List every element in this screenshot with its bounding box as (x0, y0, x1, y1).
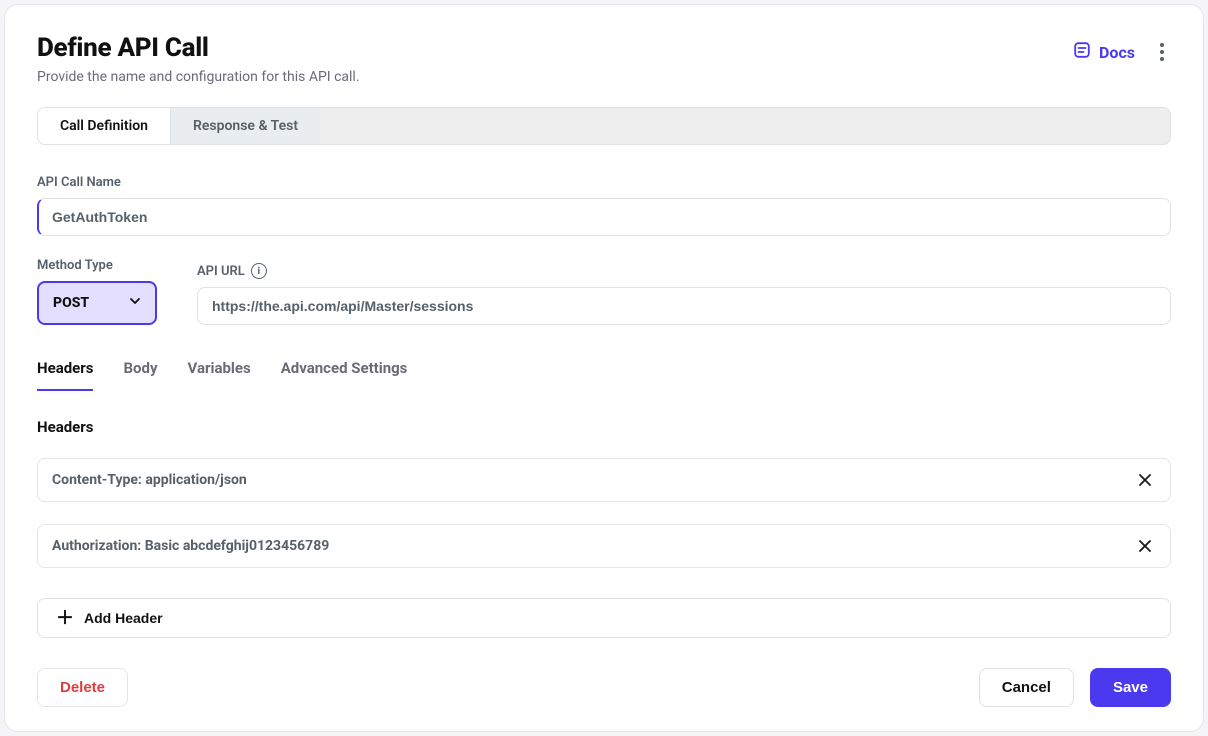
api-url-col: API URL i (197, 263, 1171, 325)
cancel-button[interactable]: Cancel (979, 668, 1074, 707)
remove-header-button[interactable] (1134, 535, 1156, 557)
header-actions: Docs (1073, 41, 1171, 63)
method-url-row: Method Type POST API URL i (37, 258, 1171, 325)
method-type-select[interactable]: POST (37, 281, 157, 325)
define-api-call-modal: Define API Call Provide the name and con… (4, 4, 1204, 732)
top-segmented-tabs: Call Definition Response & Test (37, 107, 1171, 145)
docs-label: Docs (1099, 43, 1135, 62)
add-header-label: Add Header (84, 610, 163, 626)
inner-tab-headers[interactable]: Headers (37, 359, 93, 391)
footer-right: Cancel Save (979, 668, 1171, 707)
header-row-text[interactable]: Content-Type: application/json (52, 472, 1134, 488)
method-type-label: Method Type (37, 258, 177, 273)
header-row-text[interactable]: Authorization: Basic abcdefghij012345678… (52, 538, 1134, 554)
method-type-col: Method Type POST (37, 258, 177, 325)
header-row: Content-Type: application/json (37, 458, 1171, 502)
api-url-label: API URL i (197, 263, 1171, 279)
headers-section-title: Headers (37, 418, 1171, 436)
tab-response-test[interactable]: Response & Test (171, 108, 320, 144)
modal-footer: Delete Cancel Save (37, 638, 1171, 707)
title-block: Define API Call Provide the name and con… (37, 33, 360, 85)
docs-icon (1073, 41, 1091, 63)
remove-header-button[interactable] (1134, 469, 1156, 491)
chevron-down-icon (129, 295, 141, 311)
inner-tab-body[interactable]: Body (123, 359, 157, 391)
api-call-name-label: API Call Name (37, 175, 1171, 190)
page-subtitle: Provide the name and configuration for t… (37, 69, 360, 85)
info-icon[interactable]: i (251, 263, 267, 279)
inner-tab-variables[interactable]: Variables (188, 359, 251, 391)
save-button[interactable]: Save (1090, 668, 1171, 707)
api-url-label-text: API URL (197, 264, 245, 279)
more-menu-button[interactable] (1153, 43, 1171, 61)
delete-button[interactable]: Delete (37, 668, 128, 707)
add-header-button[interactable]: ＋ Add Header (37, 598, 1171, 638)
inner-tab-advanced[interactable]: Advanced Settings (281, 359, 408, 391)
method-type-value: POST (53, 295, 89, 311)
api-url-input[interactable] (197, 287, 1171, 325)
api-call-name-input[interactable] (37, 198, 1171, 236)
api-call-name-section: API Call Name (37, 175, 1171, 236)
docs-link[interactable]: Docs (1073, 41, 1135, 63)
plus-icon: ＋ (56, 609, 74, 627)
inner-tabs: Headers Body Variables Advanced Settings (37, 359, 1171, 392)
header-row: Authorization: Basic abcdefghij012345678… (37, 524, 1171, 568)
modal-header: Define API Call Provide the name and con… (37, 33, 1171, 85)
tab-call-definition[interactable]: Call Definition (38, 108, 171, 144)
page-title: Define API Call (37, 33, 360, 63)
